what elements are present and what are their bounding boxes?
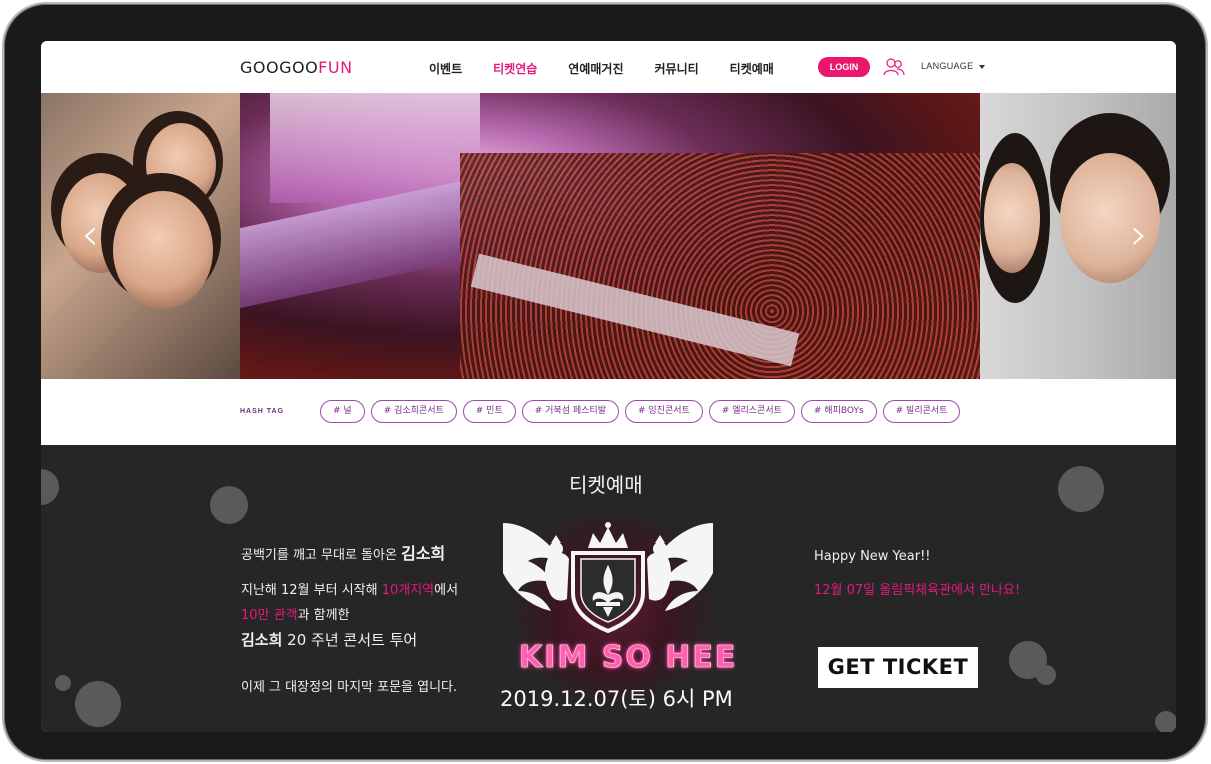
desc-line2-text: 지난해 12월 부터 시작해 xyxy=(241,583,382,598)
concert-info: Happy New Year!! 12월 07일 올림픽체육관에서 만나요! xyxy=(814,549,1020,598)
get-ticket-button[interactable]: GET TICKET xyxy=(818,647,978,688)
language-label: LANGUAGE xyxy=(921,61,974,71)
hashtag-item[interactable]: # 민트 xyxy=(462,400,516,423)
desc-line3-suffix: 과 함께한 xyxy=(297,608,350,623)
concert-description: 공백기를 깨고 무대로 돌아온 김소희 지난해 12월 부터 시작해 10개지역… xyxy=(241,541,458,700)
site-header: GOOGOOFUN 이벤트 티켓연습 연예매거진 커뮤니티 티켓예매 LOGIN… xyxy=(41,41,1176,93)
slide-current-concert[interactable] xyxy=(240,93,980,379)
decor-bubble xyxy=(41,469,59,505)
desc-line2-suffix: 에서 xyxy=(434,583,459,598)
hashtag-item[interactable]: # 빌리콘서트 xyxy=(882,400,961,423)
ticket-section: 티켓예매 공백기를 깨고 무대로 돌아온 김소희 지난해 12월 부터 시작해 … xyxy=(41,445,1176,732)
hashtag-item[interactable]: # 엘리스콘서트 xyxy=(708,400,795,423)
nav-item-community[interactable]: 커뮤니티 xyxy=(655,60,699,77)
nav-item-ticket-practice[interactable]: 티켓연습 xyxy=(493,60,537,77)
desc-line5: 이제 그 대장정의 마지막 포문을 엽니다. xyxy=(241,680,458,695)
hashtag-bar: HASH TAG # 널 # 김소희콘서트 # 민트 # 거북섬 페스티발 # … xyxy=(41,379,1176,445)
chevron-left-icon[interactable]: ‹ xyxy=(75,213,105,257)
tablet-frame: GOOGOOFUN 이벤트 티켓연습 연예매거진 커뮤니티 티켓예매 LOGIN… xyxy=(2,2,1208,762)
venue-text: 12월 07일 올림픽체육관에서 만나요! xyxy=(814,583,1021,598)
slide-prev-preview xyxy=(41,93,240,379)
desc-line1-text: 공백기를 깨고 무대로 돌아온 xyxy=(241,548,402,563)
hashtag-item[interactable]: # 거북섬 페스티발 xyxy=(521,400,619,423)
decor-bubble xyxy=(75,681,121,727)
decor-bubble xyxy=(1155,711,1176,732)
hashtag-list: # 널 # 김소희콘서트 # 민트 # 거북섬 페스티발 # 잉진콘서트 # 엘… xyxy=(320,400,966,423)
hashtag-label: HASH TAG xyxy=(240,408,285,415)
user-group-icon[interactable] xyxy=(883,57,905,77)
desc-line4-name: 김소희 xyxy=(241,631,283,649)
browser-screen: GOOGOOFUN 이벤트 티켓연습 연예매거진 커뮤니티 티켓예매 LOGIN… xyxy=(41,41,1176,732)
hashtag-item[interactable]: # 널 xyxy=(320,400,365,423)
hashtag-item[interactable]: # 해피BOYs xyxy=(800,400,877,423)
login-button[interactable]: LOGIN xyxy=(818,57,870,77)
greeting-text: Happy New Year!! xyxy=(814,549,931,564)
decor-bubble xyxy=(55,675,71,691)
nav-item-event[interactable]: 이벤트 xyxy=(429,60,462,77)
chevron-right-icon[interactable]: › xyxy=(1124,213,1154,257)
hashtag-item[interactable]: # 잉진콘서트 xyxy=(624,400,703,423)
desc-line3-highlight: 10만 관객 xyxy=(241,608,298,623)
decor-bubble xyxy=(210,486,248,524)
logo-text-pink: FUN xyxy=(318,58,353,77)
artist-name: 김소희 xyxy=(401,544,446,563)
language-selector[interactable]: LANGUAGE xyxy=(921,61,986,71)
desc-line4-suffix: 20 주년 콘서트 투어 xyxy=(282,631,418,649)
desc-line2-highlight: 10개지역 xyxy=(381,583,435,598)
nav-item-magazine[interactable]: 연예매거진 xyxy=(568,60,623,77)
royal-crest-emblem-icon xyxy=(503,522,713,634)
logo-text-dark: GOOGOO xyxy=(240,58,319,77)
concert-date: 2019.12.07(토) 6시 PM xyxy=(500,687,733,711)
hashtag-item[interactable]: # 김소희콘서트 xyxy=(370,400,457,423)
site-logo[interactable]: GOOGOOFUN xyxy=(240,58,353,77)
poster-artist-name: KIM SO HEE xyxy=(519,640,738,676)
hero-slider: ‹ › xyxy=(41,93,1176,379)
decor-bubble xyxy=(1058,466,1104,512)
ticket-section-title: 티켓예매 xyxy=(569,473,643,497)
decor-bubble xyxy=(1036,665,1056,685)
caret-down-icon xyxy=(979,64,986,69)
main-nav: 이벤트 티켓연습 연예매거진 커뮤니티 티켓예매 xyxy=(429,60,805,77)
nav-item-ticket-booking[interactable]: 티켓예매 xyxy=(730,60,774,77)
